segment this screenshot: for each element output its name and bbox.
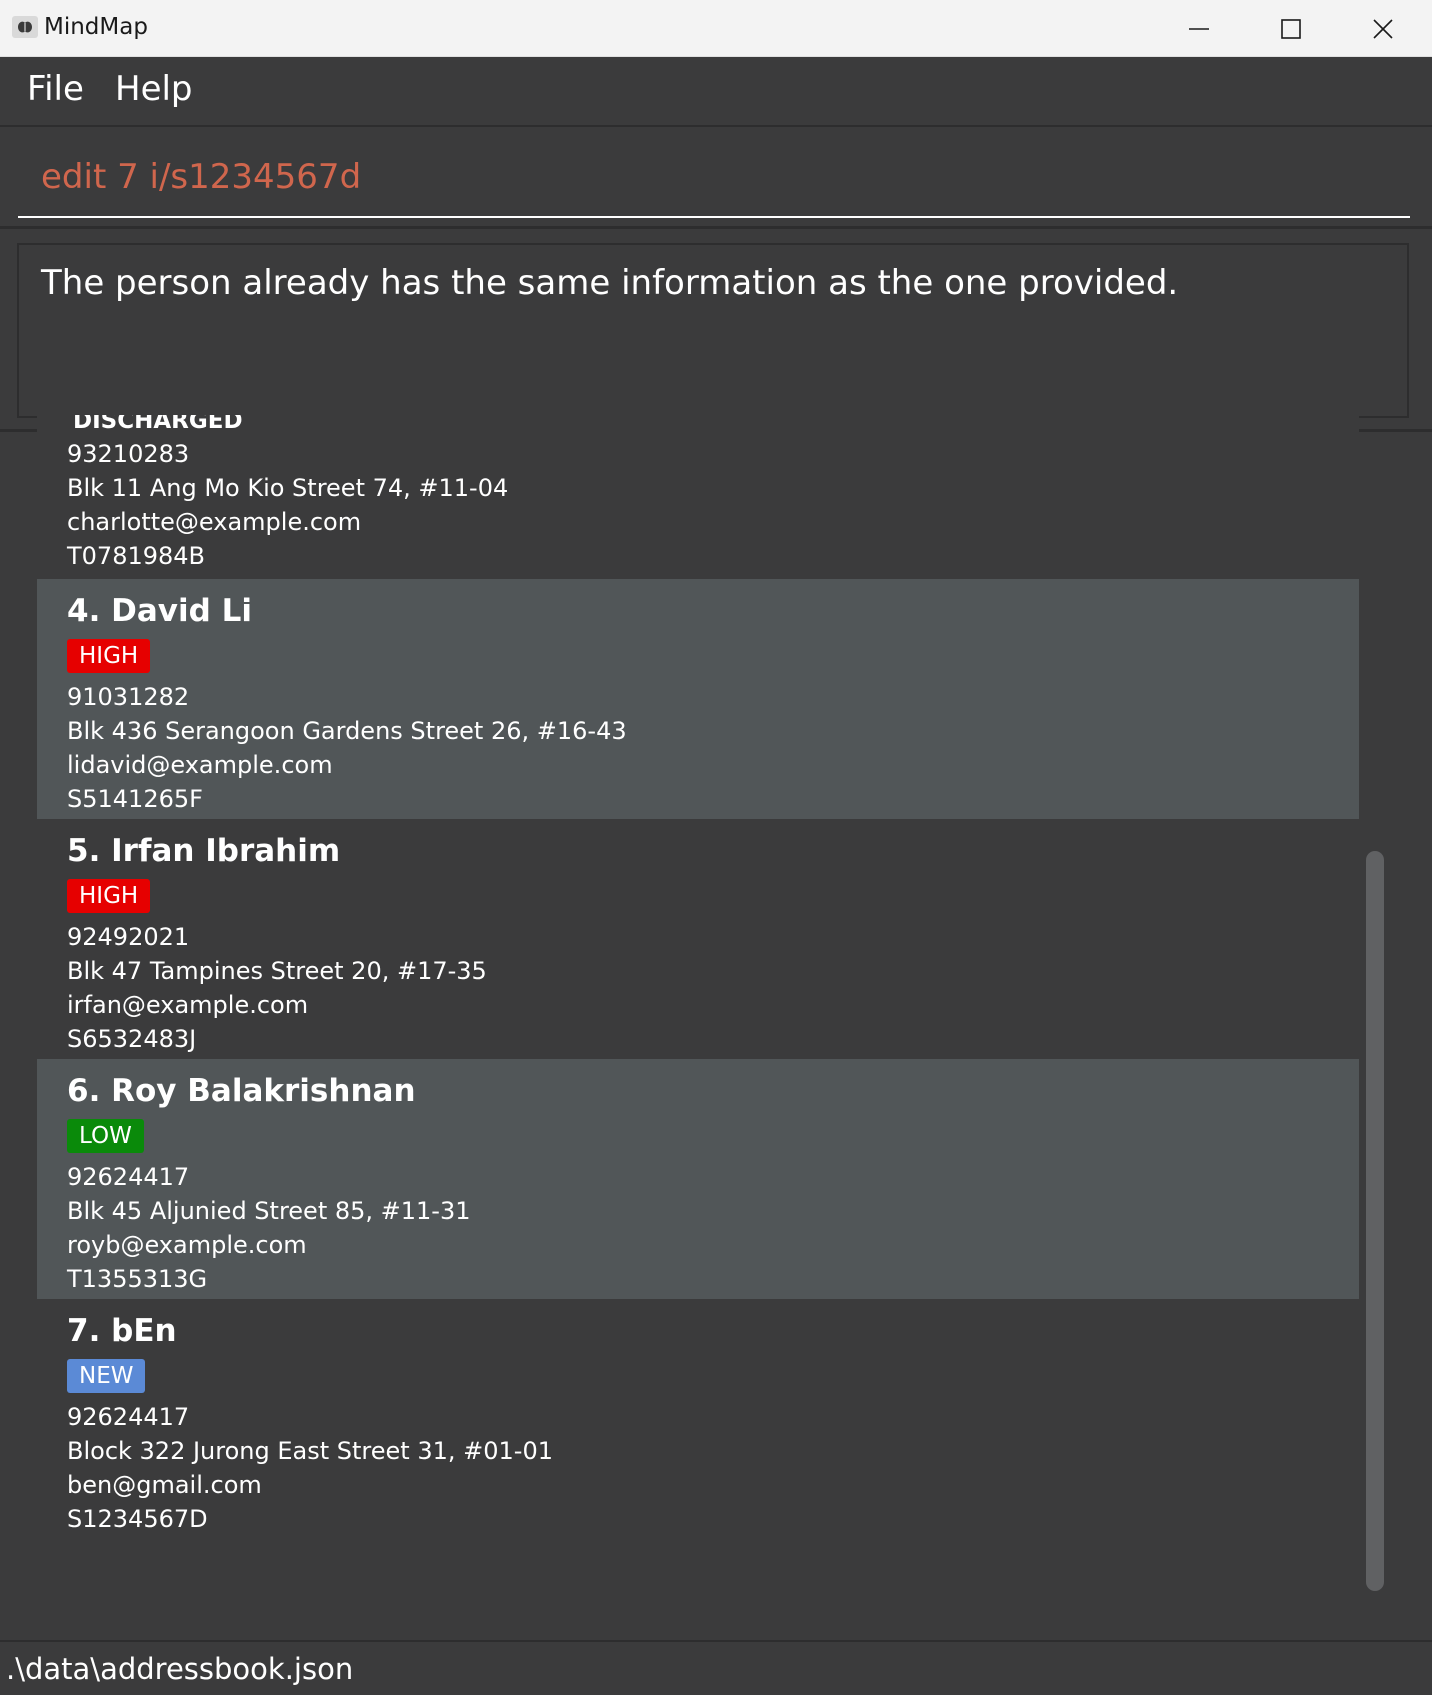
result-message: The person already has the same informat… [41,263,1179,303]
command-input-underline [18,216,1410,218]
menu-file[interactable]: File [27,69,84,109]
person-card[interactable]: 6. Roy Balakrishnan LOW 92624417 Blk 45 … [37,1059,1359,1299]
person-name: 4. David Li [67,593,252,629]
nric-text: S1234567D [67,1505,208,1533]
nric-text: S6532483J [67,1025,197,1053]
phone-text: 93210283 [67,440,190,468]
person-list[interactable]: DISCHARGED 93210283 Blk 11 Ang Mo Kio St… [37,415,1359,1541]
menu-bar: File Help [0,57,1432,127]
phone-text: 91031282 [67,683,190,711]
menu-help[interactable]: Help [115,69,193,109]
person-name: 7. bEn [67,1313,177,1349]
brain-icon [12,16,38,38]
window-title-bar: MindMap [0,0,1432,57]
address-text: Blk 47 Tampines Street 20, #17-35 [67,957,487,985]
status-badge: NEW [67,1359,146,1393]
address-text: Blk 45 Aljunied Street 85, #11-31 [67,1197,471,1225]
email-text: royb@example.com [67,1231,307,1259]
window-title: MindMap [44,14,148,40]
command-box: edit 7 i/s1234567d [0,129,1432,229]
email-text: ben@gmail.com [67,1471,262,1499]
nric-text: S5141265F [67,785,203,813]
person-name: 5. Irfan Ibrahim [67,833,341,869]
nric-text: T1355313G [67,1265,208,1293]
maximize-icon [1281,18,1301,39]
person-card[interactable]: 4. David Li HIGH 91031282 Blk 436 Serang… [37,579,1359,819]
person-card[interactable]: 5. Irfan Ibrahim HIGH 92492021 Blk 47 Ta… [37,819,1359,1059]
email-text: lidavid@example.com [67,751,333,779]
status-badge: HIGH [67,639,151,673]
email-text: charlotte@example.com [67,508,362,536]
address-text: Blk 11 Ang Mo Kio Street 74, #11-04 [67,474,509,502]
close-icon [1373,18,1393,39]
status-badge: HIGH [67,879,151,913]
status-badge: DISCHARGED [73,415,243,434]
person-card[interactable]: 7. bEn NEW 92624417 Block 322 Jurong Eas… [37,1299,1359,1539]
minimize-button[interactable] [1153,0,1245,57]
close-button[interactable] [1337,0,1429,57]
result-display[interactable]: The person already has the same informat… [17,243,1409,418]
phone-text: 92624417 [67,1403,190,1431]
person-card[interactable]: DISCHARGED 93210283 Blk 11 Ang Mo Kio St… [37,415,1359,579]
status-bar: .\data\addressbook.json [0,1640,1432,1695]
phone-text: 92624417 [67,1163,190,1191]
file-path: .\data\addressbook.json [6,1652,354,1686]
address-text: Blk 436 Serangoon Gardens Street 26, #16… [67,717,627,745]
nric-text: T0781984B [67,542,206,570]
person-name: 6. Roy Balakrishnan [67,1073,416,1109]
email-text: irfan@example.com [67,991,309,1019]
phone-text: 92492021 [67,923,190,951]
status-badge: LOW [67,1119,144,1153]
address-text: Block 322 Jurong East Street 31, #01-01 [67,1437,553,1465]
list-scrollbar-thumb[interactable] [1366,851,1384,1591]
command-input[interactable]: edit 7 i/s1234567d [41,157,361,197]
minimize-icon [1189,27,1209,30]
maximize-button[interactable] [1245,0,1337,57]
